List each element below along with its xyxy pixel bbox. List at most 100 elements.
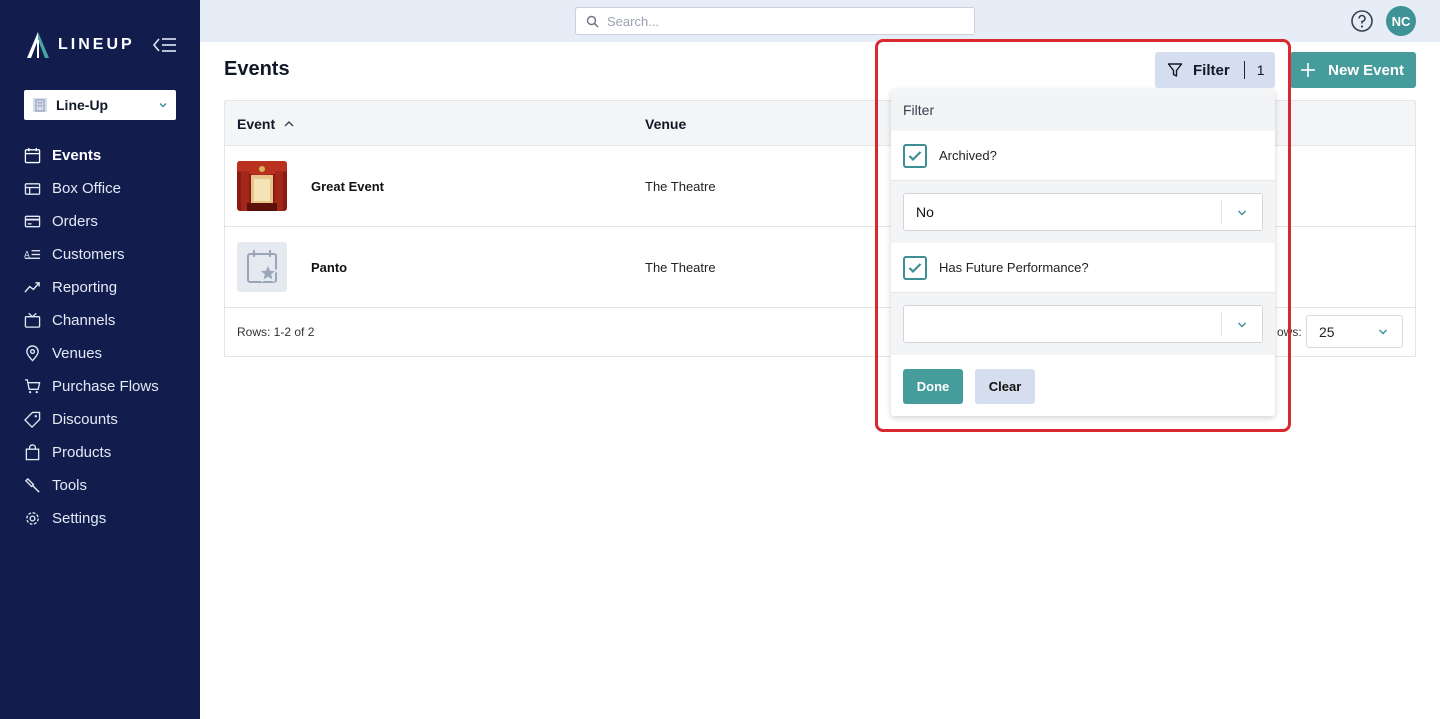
rows-per-page-value: 25: [1319, 323, 1335, 340]
sidebar-item-label: Discounts: [52, 411, 118, 428]
sidebar-item-label: Customers: [52, 246, 125, 263]
box-office-icon: [24, 183, 41, 195]
sidebar-item-label: Events: [52, 147, 102, 164]
org-selector-value: Line-Up: [56, 97, 109, 113]
sidebar-item-channels[interactable]: Channels: [0, 304, 200, 337]
future-performance-select[interactable]: [903, 305, 1263, 343]
sidebar-item-events[interactable]: Events: [0, 139, 200, 172]
bag-icon: [25, 444, 40, 461]
sidebar-item-discounts[interactable]: Discounts: [0, 403, 200, 436]
filter-button-label: Filter: [1193, 61, 1230, 79]
filter-separator: [1243, 61, 1245, 79]
sidebar-item-label: Orders: [52, 213, 98, 230]
event-venue: The Theatre: [645, 179, 716, 194]
filter-count-badge: 1: [1256, 62, 1265, 78]
map-pin-icon: [26, 345, 39, 362]
sidebar-item-venues[interactable]: Venues: [0, 337, 200, 370]
rows-per-page-select[interactable]: 25: [1306, 315, 1403, 348]
hammer-icon: [24, 477, 40, 493]
sidebar-item-purchase-flows[interactable]: Purchase Flows: [0, 370, 200, 403]
archived-checkbox[interactable]: [903, 143, 927, 168]
select-divider: [1221, 200, 1222, 224]
rows-per-page-label: ows:: [1277, 325, 1302, 339]
lineup-logo-icon: [27, 32, 49, 58]
event-name[interactable]: Great Event: [311, 179, 384, 194]
sidebar: LINEUP Line-Up Events Box Office Orders …: [0, 0, 200, 719]
search-box[interactable]: [575, 7, 975, 35]
customers-icon: A: [24, 250, 41, 260]
sidebar-item-label: Reporting: [52, 279, 118, 296]
cart-icon: [24, 379, 41, 394]
sidebar-item-settings[interactable]: Settings: [0, 502, 200, 535]
filter-funnel-icon: [1167, 63, 1183, 77]
event-thumbnail: [237, 161, 287, 211]
event-name[interactable]: Panto: [311, 260, 347, 275]
collapse-sidebar-icon[interactable]: [152, 36, 178, 54]
event-thumbnail: [237, 242, 287, 292]
search-icon: [586, 15, 599, 27]
sidebar-item-customers[interactable]: A Customers: [0, 238, 200, 271]
chevron-down-icon: [1238, 322, 1246, 328]
filter-panel: Filter Archived? No Has Future Performan…: [891, 89, 1275, 416]
org-selector[interactable]: Line-Up: [24, 90, 176, 120]
rows-count: Rows: 1-2 of 2: [237, 325, 315, 339]
filter-panel-footer: Done Clear: [891, 355, 1275, 416]
sidebar-item-label: Tools: [52, 477, 88, 494]
column-header-label: Event: [237, 116, 276, 132]
filter-panel-header: Filter: [891, 89, 1275, 131]
sort-ascending-icon: [284, 121, 294, 127]
future-performance-checkbox-row[interactable]: Has Future Performance?: [891, 243, 1275, 293]
new-event-label: New Event: [1328, 61, 1404, 79]
chart-line-icon: [24, 282, 40, 293]
future-performance-label: Has Future Performance?: [939, 260, 1089, 275]
chevron-down-icon: [159, 103, 167, 108]
checkmark-icon: [908, 262, 922, 273]
sidebar-item-label: Box Office: [52, 180, 121, 197]
sidebar-item-orders[interactable]: Orders: [0, 205, 200, 238]
future-performance-checkbox[interactable]: [903, 255, 927, 280]
column-header-venue[interactable]: Venue: [645, 116, 686, 132]
archived-select[interactable]: No: [903, 193, 1263, 231]
future-performance-select-row: [891, 293, 1275, 355]
filter-button[interactable]: Filter 1: [1155, 52, 1275, 88]
sidebar-item-tools[interactable]: Tools: [0, 469, 200, 502]
help-icon[interactable]: [1350, 9, 1374, 33]
logo-text: LINEUP: [58, 36, 135, 53]
sidebar-item-box-office[interactable]: Box Office: [0, 172, 200, 205]
tv-icon: [24, 312, 41, 328]
clear-button[interactable]: Clear: [975, 369, 1035, 404]
logo[interactable]: LINEUP: [24, 30, 135, 60]
sidebar-item-label: Settings: [52, 510, 107, 527]
event-venue: The Theatre: [645, 260, 716, 275]
calendar-icon: [24, 147, 41, 164]
page-title: Events: [224, 58, 290, 80]
credit-card-icon: [24, 215, 41, 228]
new-event-button[interactable]: New Event: [1290, 52, 1416, 88]
archived-checkbox-row[interactable]: Archived?: [891, 131, 1275, 181]
sidebar-item-label: Purchase Flows: [52, 378, 159, 395]
sidebar-item-label: Venues: [52, 345, 103, 362]
checkmark-icon: [908, 150, 922, 161]
archived-select-value: No: [916, 204, 934, 220]
building-icon: [33, 98, 47, 112]
sidebar-item-products[interactable]: Products: [0, 436, 200, 469]
column-header-label: Venue: [645, 116, 687, 132]
sidebar-item-label: Channels: [52, 312, 116, 329]
archived-select-row: No: [891, 181, 1275, 243]
archived-label: Archived?: [939, 148, 997, 163]
column-header-event[interactable]: Event: [237, 116, 295, 132]
user-avatar[interactable]: NC: [1386, 6, 1416, 36]
calendar-star-placeholder-icon: [247, 250, 279, 283]
select-divider: [1221, 312, 1222, 336]
chevron-down-icon: [1379, 329, 1387, 335]
search-input[interactable]: [607, 13, 947, 29]
gear-icon: [26, 512, 39, 525]
theatre-image: [237, 161, 287, 211]
sidebar-item-label: Products: [52, 444, 112, 461]
chevron-down-icon: [1238, 210, 1246, 216]
sidebar-nav: Events Box Office Orders A Customers Rep…: [0, 139, 200, 535]
sidebar-item-reporting[interactable]: Reporting: [0, 271, 200, 304]
top-bar: NC: [200, 0, 1440, 42]
tag-icon: [24, 411, 41, 428]
done-button[interactable]: Done: [903, 369, 963, 404]
